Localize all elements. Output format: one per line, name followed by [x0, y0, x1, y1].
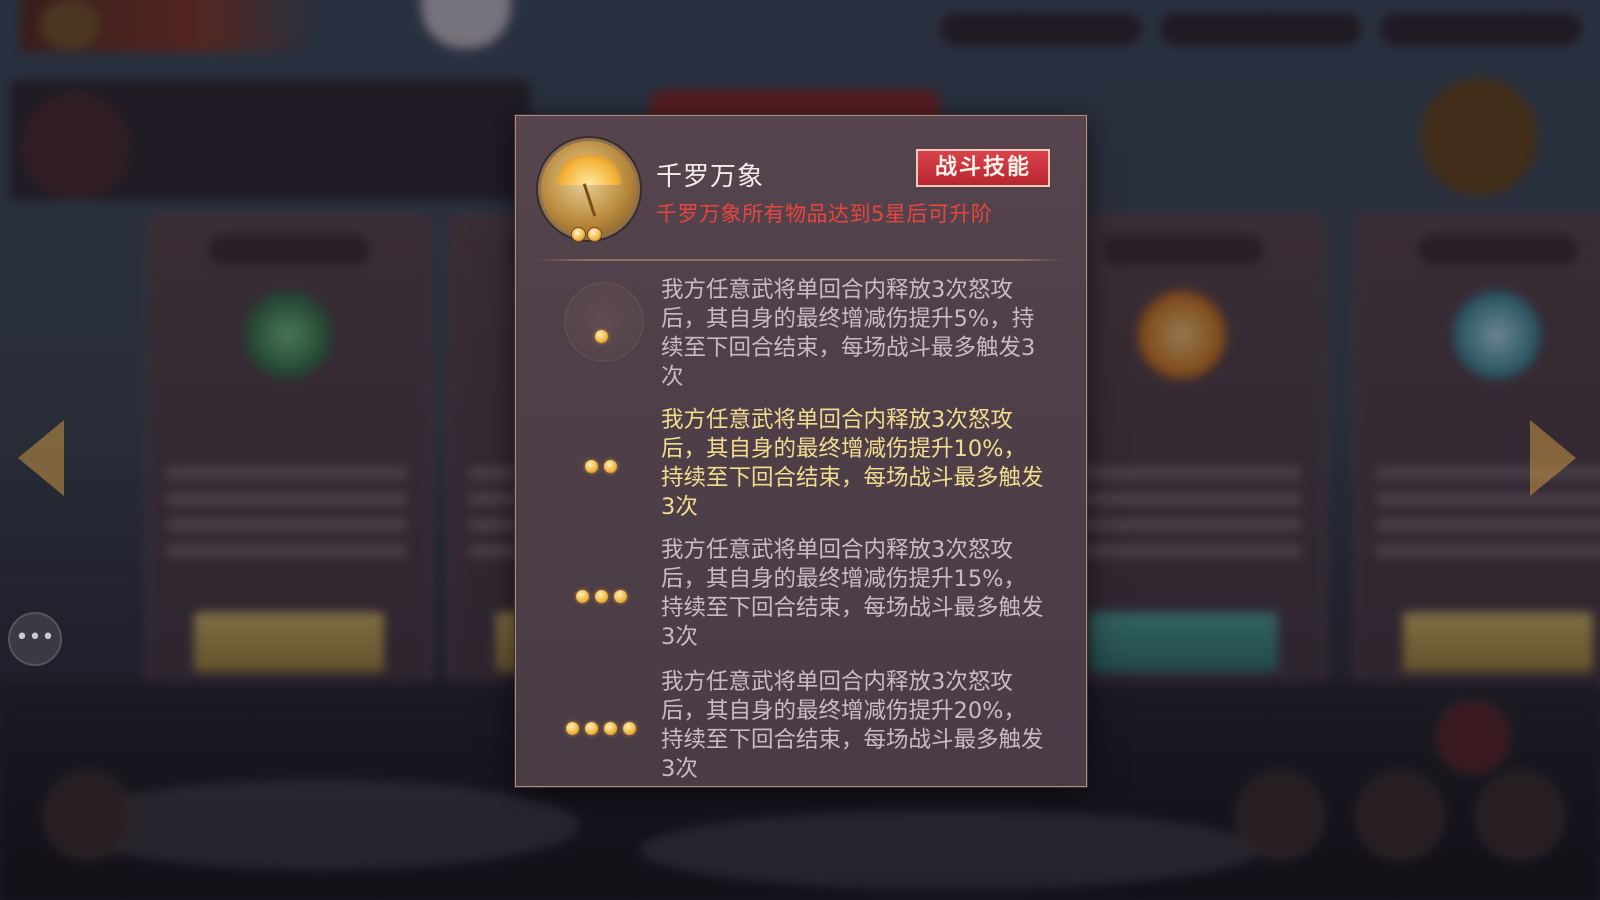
- umbrella-icon: [538, 138, 640, 242]
- star-dot-icon: [594, 589, 608, 603]
- faded-emblem-icon: [564, 282, 644, 362]
- skill-detail-popup: 千罗万象 战斗技能 千罗万象所有物品达到5星后可升阶 我方任意武将单回合内释放3…: [515, 115, 1087, 787]
- star-dot-icon: [585, 459, 598, 473]
- star-level-1: [556, 326, 646, 346]
- chevron-right-icon[interactable]: [1530, 420, 1576, 496]
- skill-name: 千罗万象: [656, 162, 765, 192]
- tier-description: 我方任意武将单回合内释放3次怒攻后，其自身的最终增减伤提升5%，持续至下回合结束…: [661, 277, 1036, 390]
- star-dot-icon: [575, 589, 589, 603]
- star-dot-icon: [566, 721, 579, 735]
- upgrade-requirement: 千罗万象所有物品达到5星后可升阶: [656, 202, 993, 226]
- tier-row-active: 我方任意武将单回合内释放3次怒攻后，其自身的最终增减伤提升10%，持续至下回合结…: [516, 406, 1086, 526]
- chat-bubble-icon[interactable]: •••: [8, 612, 62, 666]
- star-dot-icon: [594, 329, 608, 343]
- tier-row: 我方任意武将单回合内释放3次怒攻后，其自身的最终增减伤提升5%，持续至下回合结束…: [516, 276, 1086, 396]
- umbrella-canopy: [557, 155, 621, 185]
- skill-type-badge: 战斗技能: [916, 149, 1050, 187]
- star-dot-icon: [604, 459, 617, 473]
- star-pip-icon: [587, 227, 602, 242]
- star-level-4: [556, 718, 646, 738]
- tier-row: 我方任意武将单回合内释放3次怒攻后，其自身的最终增减伤提升20%，持续至下回合结…: [516, 668, 1086, 786]
- tier-row: 我方任意武将单回合内释放3次怒攻后，其自身的最终增减伤提升15%，持续至下回合结…: [516, 536, 1086, 656]
- star-dot-icon: [604, 721, 617, 735]
- star-level-2: [556, 456, 646, 476]
- star-level-3: [556, 586, 646, 606]
- star-pip-icon: [571, 227, 586, 242]
- star-dot-icon: [623, 721, 636, 735]
- divider: [536, 259, 1066, 261]
- star-dot-icon: [613, 589, 627, 603]
- tier-description: 我方任意武将单回合内释放3次怒攻后，其自身的最终增减伤提升10%，持续至下回合结…: [661, 407, 1044, 520]
- umbrella-handle: [582, 183, 597, 217]
- tier-description: 我方任意武将单回合内释放3次怒攻后，其自身的最终增减伤提升15%，持续至下回合结…: [661, 537, 1044, 650]
- tier-description: 我方任意武将单回合内释放3次怒攻后，其自身的最终增减伤提升20%，持续至下回合结…: [661, 669, 1044, 782]
- star-dot-icon: [585, 721, 598, 735]
- chevron-left-icon[interactable]: [18, 420, 64, 496]
